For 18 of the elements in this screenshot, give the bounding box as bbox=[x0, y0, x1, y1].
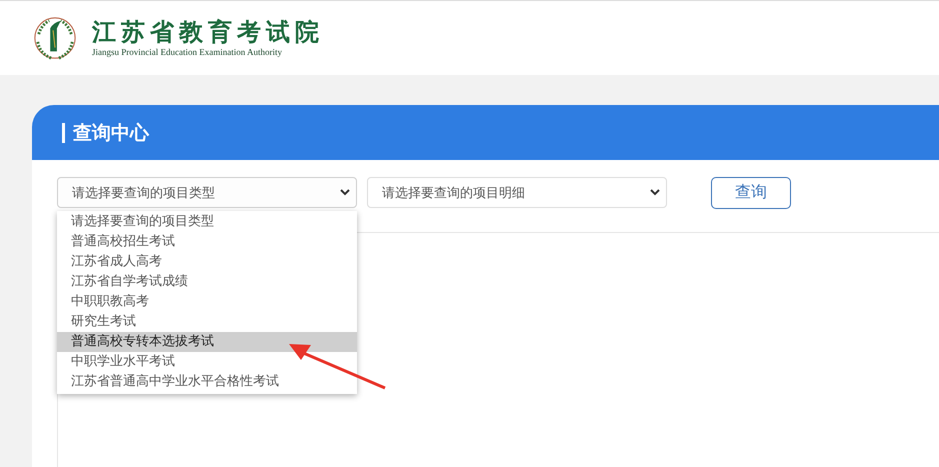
dropdown-option[interactable]: 中职学业水平考试 bbox=[57, 352, 357, 372]
dropdown-option[interactable]: 江苏省自学考试成绩 bbox=[57, 272, 357, 292]
dropdown-option[interactable]: 普通高校专转本选拔考试 bbox=[57, 332, 357, 352]
logo-subtitle: Jiangsu Provincial Education Examination Authority bbox=[92, 46, 283, 58]
dropdown-option[interactable]: 江苏省普通高中学业水平合格性考试 bbox=[57, 372, 357, 392]
chevron-down-icon bbox=[340, 189, 350, 196]
dropdown-option[interactable]: 研究生考试 bbox=[57, 312, 357, 332]
dropdown-option[interactable]: 中职职教高考 bbox=[57, 292, 357, 312]
emblem-icon bbox=[32, 15, 78, 61]
dropdown-option[interactable]: 普通高校招生考试 bbox=[57, 232, 357, 252]
query-button[interactable]: 查询 bbox=[711, 176, 791, 208]
chevron-down-icon bbox=[650, 189, 660, 196]
dropdown-option[interactable]: 江苏省成人高考 bbox=[57, 252, 357, 272]
detail-select[interactable]: 请选择要查询的项目明细 bbox=[367, 177, 667, 208]
dropdown-option[interactable]: 请选择要查询的项目类型 bbox=[57, 212, 357, 232]
type-select[interactable]: 请选择要查询的项目类型 bbox=[57, 177, 357, 208]
panel-title: 查询中心 bbox=[73, 120, 149, 146]
logo-title: 江苏省教育考试院 bbox=[92, 18, 324, 46]
